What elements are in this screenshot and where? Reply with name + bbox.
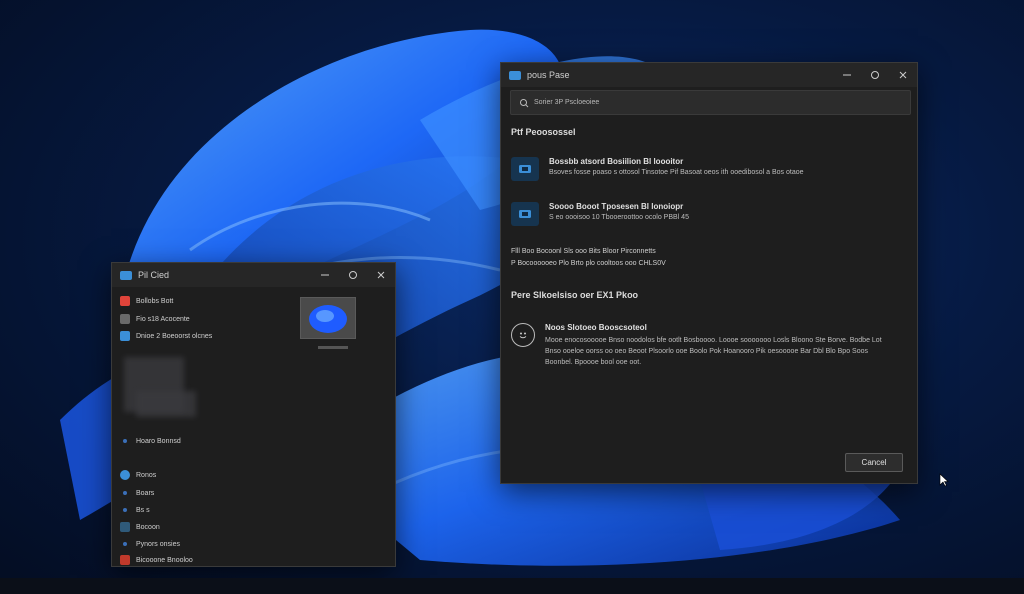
minimize-icon	[843, 74, 851, 76]
list-item-title: Soooo Booot Tposesen Bl lonoiopr	[549, 202, 684, 211]
dot-icon	[123, 439, 127, 443]
dark-app-icon	[120, 522, 130, 532]
feature-title: Noos Slotoeo Booscsoteol	[545, 323, 647, 332]
minimize-button[interactable]	[311, 263, 339, 287]
sidebar-item[interactable]: Hoaro Bonnsd	[120, 433, 181, 449]
taskbar	[0, 578, 1024, 594]
red-app-icon	[120, 296, 130, 306]
blurred-content	[136, 391, 196, 417]
close-icon	[899, 71, 907, 79]
globe-icon	[120, 470, 130, 480]
folder-app-icon	[120, 270, 132, 280]
sidebar-item[interactable]: Bollobs Bott	[120, 293, 173, 309]
minimize-button[interactable]	[833, 63, 861, 87]
sidebar-item[interactable]: Bicooone Bnooloo	[120, 552, 193, 568]
image-thumbnail[interactable]	[300, 297, 356, 339]
settings-app-icon	[509, 70, 521, 80]
sidebar-item[interactable]: Bs s	[120, 502, 150, 518]
sidebar-item-label: Fio s18 Acocente	[136, 315, 190, 323]
dot-icon	[123, 508, 127, 512]
search-icon	[520, 98, 529, 107]
dot-icon	[123, 491, 127, 495]
close-button[interactable]	[367, 263, 395, 287]
sidebar-item-label: Bicooone Bnooloo	[136, 556, 193, 564]
left-window-titlebar[interactable]: Pil Cied	[112, 263, 395, 287]
sidebar-item[interactable]: Dnioe 2 Boeoorst olcnes	[120, 328, 212, 344]
red-app-icon	[120, 555, 130, 565]
smiley-icon	[511, 323, 535, 347]
list-item-subtitle: Bsoves fosse poaso s ottosol Tinsotoe Pi…	[549, 169, 804, 176]
file-explorer-window: Pil Cied Bollobs Bott Fio s18 Acocente D…	[111, 262, 396, 567]
info-text: Flll Boo Bocoonl Sls ooo Bits Bloor Pirc…	[511, 248, 656, 255]
list-item-subtitle: S eo oooisoo 10 Tbooeroottoo ocolo PBBl …	[549, 214, 689, 221]
cancel-button[interactable]: Cancel	[845, 453, 903, 472]
list-item[interactable]: Bossbb atsord Bosiilion Bl loooitor Bsov…	[511, 157, 906, 181]
settings-window: pous Pase Sorier 3P Pscloeoiee Ptf Peoos…	[500, 62, 918, 484]
search-input[interactable]: Sorier 3P Pscloeoiee	[510, 90, 911, 115]
feature-item[interactable]: Noos Slotoeo Booscsoteol Mooe enocosoooo…	[511, 323, 906, 368]
sidebar-item[interactable]: Fio s18 Acocente	[120, 311, 190, 327]
close-button[interactable]	[889, 63, 917, 87]
sidebar-item[interactable]: Ronos	[120, 467, 156, 483]
dot-icon	[123, 542, 127, 546]
sidebar-item[interactable]: Bocoon	[120, 519, 160, 535]
left-window-title: Pil Cied	[138, 270, 170, 280]
feature-description: Mooe enocosooooe Bnso noodolos bfe ootlt…	[545, 337, 882, 366]
maximize-icon	[871, 71, 879, 79]
thumbnail-caption	[318, 346, 348, 349]
sidebar-item-label: Boars	[136, 489, 155, 497]
list-item-title: Bossbb atsord Bosiilion Bl loooitor	[549, 157, 684, 166]
maximize-button[interactable]	[861, 63, 889, 87]
list-item[interactable]: Soooo Booot Tposesen Bl lonoiopr S eo oo…	[511, 202, 906, 226]
maximize-icon	[349, 271, 357, 279]
sidebar-item-label: Pynors onsies	[136, 540, 180, 548]
close-icon	[377, 271, 385, 279]
sidebar-item-label: Hoaro Bonnsd	[136, 437, 181, 445]
sidebar-item-label: Ronos	[136, 471, 157, 479]
info-text: P Bocoooooeo Plo Brto plo cooltoos ooo C…	[511, 260, 666, 267]
device-app-icon	[511, 202, 539, 226]
sidebar-item-label: Dnioe 2 Boeoorst olcnes	[136, 332, 213, 340]
mouse-cursor-icon	[939, 473, 949, 487]
device-app-icon	[511, 157, 539, 181]
sidebar-item-label: Bs s	[136, 506, 150, 514]
sidebar-item[interactable]: Boars	[120, 485, 154, 501]
folder-icon	[120, 314, 130, 324]
blue-bloom-image	[309, 305, 347, 333]
sidebar-item[interactable]: Pynors onsies	[120, 536, 180, 552]
sidebar-item-label: Bollobs Bott	[136, 297, 174, 305]
maximize-button[interactable]	[339, 263, 367, 287]
search-placeholder: Sorier 3P Pscloeoiee	[534, 99, 600, 106]
right-window-titlebar[interactable]: pous Pase	[501, 63, 917, 87]
blue-app-icon	[120, 331, 130, 341]
section-heading: Ptf Peoosossel	[511, 127, 576, 137]
section-heading: Pere Slkoelsiso oer EX1 Pkoo	[511, 290, 639, 300]
sidebar-item-label: Bocoon	[136, 523, 160, 531]
right-window-title: pous Pase	[527, 70, 570, 80]
minimize-icon	[321, 274, 329, 276]
